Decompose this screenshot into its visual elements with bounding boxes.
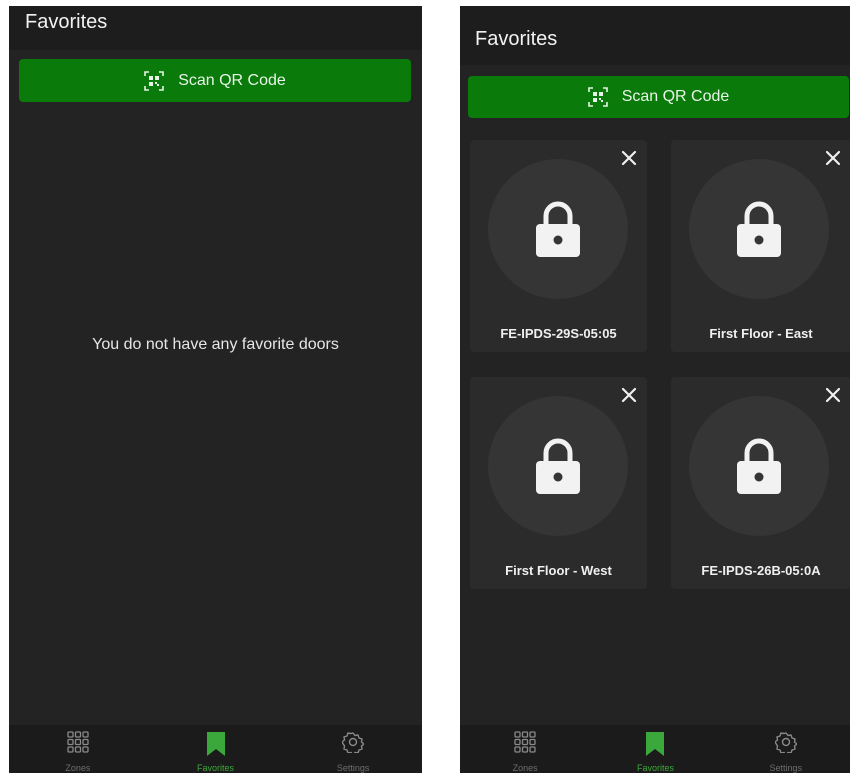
nav-item-favorites[interactable]: Favorites xyxy=(590,725,720,773)
lock-avatar xyxy=(689,396,829,536)
scan-qr-label: Scan QR Code xyxy=(621,88,730,105)
lock-icon xyxy=(536,201,580,257)
grid-icon xyxy=(67,731,89,753)
door-name: FE-IPDS-29S-05:05 xyxy=(500,326,617,341)
nav-label-favorites: Favorites xyxy=(636,763,674,773)
app-bar: Favorites xyxy=(460,6,850,65)
bottom-navigation: Zones Favorites Settings xyxy=(9,725,422,773)
bookmark-icon xyxy=(206,732,225,756)
close-icon[interactable] xyxy=(619,385,639,405)
door-name: First Floor - East xyxy=(709,326,813,341)
nav-label-zones: Zones xyxy=(512,763,538,773)
door-name: First Floor - West xyxy=(505,563,612,578)
nav-item-favorites[interactable]: Favorites xyxy=(147,725,285,773)
lock-avatar xyxy=(488,159,628,299)
gear-icon xyxy=(342,732,365,753)
lock-icon xyxy=(737,201,781,257)
bottom-navigation: Zones Favorites Settings xyxy=(460,725,850,773)
close-icon[interactable] xyxy=(823,148,843,168)
favorites-screen-empty: Favorites Scan QR Code You do not have a… xyxy=(9,6,422,773)
close-icon[interactable] xyxy=(619,148,639,168)
bookmark-icon xyxy=(646,732,665,756)
door-name: FE-IPDS-26B-05:0A xyxy=(701,563,821,578)
favorite-door-card[interactable]: FE-IPDS-29S-05:05 xyxy=(470,140,647,352)
lock-avatar xyxy=(689,159,829,299)
lock-avatar xyxy=(488,396,628,536)
nav-label-settings: Settings xyxy=(336,763,370,773)
qr-code-icon xyxy=(587,87,608,107)
nav-item-settings[interactable]: Settings xyxy=(284,725,422,773)
app-bar: Favorites xyxy=(9,6,422,50)
page-title: Favorites xyxy=(25,11,108,33)
page-title: Favorites xyxy=(475,28,558,50)
grid-icon xyxy=(514,731,536,753)
favorite-door-card[interactable]: FE-IPDS-26B-05:0A xyxy=(671,377,850,589)
qr-code-icon xyxy=(144,70,164,91)
lock-icon xyxy=(737,438,781,494)
close-icon[interactable] xyxy=(823,385,843,405)
gear-icon xyxy=(774,732,797,753)
favorites-screen-list: Favorites Scan QR Code FE-IPDS-29S-05:05 xyxy=(460,6,850,773)
favorite-door-card[interactable]: First Floor - West xyxy=(470,377,647,589)
favorite-door-card[interactable]: First Floor - East xyxy=(671,140,850,352)
nav-label-settings: Settings xyxy=(769,763,803,773)
nav-item-settings[interactable]: Settings xyxy=(721,725,850,773)
scan-qr-button[interactable]: Scan QR Code xyxy=(19,59,411,102)
scan-qr-label: Scan QR Code xyxy=(178,71,286,89)
scan-qr-button[interactable]: Scan QR Code xyxy=(468,76,849,118)
nav-item-zones[interactable]: Zones xyxy=(460,725,590,773)
lock-icon xyxy=(536,438,580,494)
nav-label-favorites: Favorites xyxy=(197,763,235,773)
nav-item-zones[interactable]: Zones xyxy=(9,725,147,773)
nav-label-zones: Zones xyxy=(65,763,91,773)
empty-state-message: You do not have any favorite doors xyxy=(92,336,339,353)
